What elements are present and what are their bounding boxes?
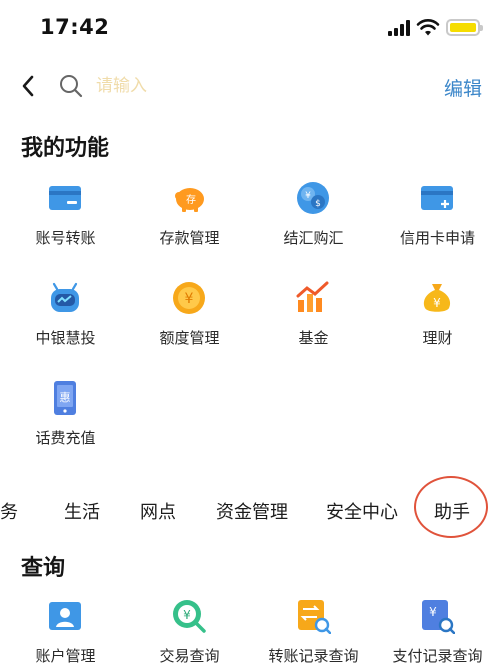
function-label: 基金 bbox=[298, 329, 329, 347]
query-label: 交易查询 bbox=[159, 647, 220, 665]
function-item-quota[interactable]: ¥ 额度管理 bbox=[127, 280, 252, 380]
function-item-smart-invest[interactable]: 中银慧投 bbox=[3, 280, 128, 380]
query-item-payment-records[interactable]: ¥ 支付记录查询 bbox=[375, 598, 500, 665]
query-label: 支付记录查询 bbox=[392, 647, 483, 665]
query-label: 转账记录查询 bbox=[268, 647, 359, 665]
tab-life[interactable]: 生活 bbox=[64, 498, 100, 524]
svg-text:¥: ¥ bbox=[183, 608, 191, 622]
svg-text:惠: 惠 bbox=[60, 390, 71, 404]
function-item-transfer[interactable]: 账号转账 bbox=[3, 180, 128, 280]
transfer-record-icon bbox=[298, 600, 331, 634]
query-title: 查询 bbox=[21, 556, 66, 581]
transaction-search-icon: ¥ bbox=[173, 600, 206, 633]
function-item-deposit[interactable]: 存 存款管理 bbox=[127, 180, 252, 280]
function-label: 额度管理 bbox=[159, 329, 220, 347]
svg-text:存: 存 bbox=[186, 193, 196, 206]
function-item-phone-topup[interactable]: 惠 话费充值 bbox=[3, 380, 128, 480]
query-item-transactions[interactable]: ¥ 交易查询 bbox=[127, 598, 252, 665]
wifi-icon bbox=[416, 19, 440, 36]
credit-card-add-icon bbox=[421, 186, 453, 210]
quota-coin-icon: ¥ bbox=[173, 282, 205, 314]
robot-advisor-icon bbox=[51, 282, 79, 312]
function-label: 信用卡申请 bbox=[399, 229, 475, 247]
function-label: 账号转账 bbox=[35, 229, 96, 247]
payment-record-icon: ¥ bbox=[422, 600, 455, 634]
category-tabs: 服务 生活 网点 资金管理 安全中心 助手 bbox=[0, 490, 500, 534]
account-user-icon bbox=[49, 602, 81, 630]
svg-text:¥: ¥ bbox=[305, 191, 311, 201]
piggy-bank-icon: 存 bbox=[175, 188, 204, 212]
status-bar: 17:42 bbox=[0, 0, 500, 58]
svg-text:¥: ¥ bbox=[433, 296, 441, 310]
query-item-account[interactable]: 账户管理 bbox=[3, 598, 128, 665]
battery-icon bbox=[446, 19, 483, 36]
fund-chart-icon bbox=[296, 281, 329, 312]
function-item-fund[interactable]: 基金 bbox=[251, 280, 376, 380]
query-item-transfer-records[interactable]: 转账记录查询 bbox=[251, 598, 376, 665]
function-label: 话费充值 bbox=[35, 429, 96, 447]
search-bar[interactable] bbox=[58, 70, 418, 102]
function-item-exchange[interactable]: ¥ $ 结汇购汇 bbox=[251, 180, 376, 280]
nav-bar: 编辑 bbox=[0, 62, 500, 110]
svg-text:¥: ¥ bbox=[185, 291, 194, 307]
back-button[interactable] bbox=[14, 72, 42, 100]
phone-topup-icon: 惠 bbox=[54, 381, 76, 415]
tab-assistant[interactable]: 助手 bbox=[434, 498, 470, 524]
tab-fund-management[interactable]: 资金管理 bbox=[216, 498, 288, 524]
svg-text:¥: ¥ bbox=[429, 605, 437, 619]
card-transfer-icon bbox=[49, 186, 81, 210]
money-bag-icon: ¥ bbox=[423, 284, 451, 312]
tab-security-center[interactable]: 安全中心 bbox=[326, 498, 398, 524]
signal-icon bbox=[388, 20, 410, 36]
status-time: 17:42 bbox=[40, 15, 110, 39]
function-label: 理财 bbox=[422, 329, 453, 347]
function-label: 中银慧投 bbox=[35, 329, 96, 347]
currency-exchange-icon: ¥ $ bbox=[297, 182, 329, 214]
my-functions-title: 我的功能 bbox=[21, 136, 110, 161]
edit-button[interactable]: 编辑 bbox=[444, 74, 482, 101]
tab-outlets[interactable]: 网点 bbox=[140, 498, 176, 524]
chevron-left-icon bbox=[22, 75, 34, 97]
svg-text:$: $ bbox=[315, 199, 321, 209]
query-label: 账户管理 bbox=[35, 647, 96, 665]
function-item-wealth[interactable]: ¥ 理财 bbox=[375, 280, 500, 380]
tab-service[interactable]: 服务 bbox=[0, 498, 18, 524]
function-label: 结汇购汇 bbox=[283, 229, 344, 247]
function-label: 存款管理 bbox=[159, 229, 220, 247]
function-item-credit-card[interactable]: 信用卡申请 bbox=[375, 180, 500, 280]
search-icon bbox=[60, 75, 83, 98]
search-input[interactable] bbox=[96, 76, 376, 96]
